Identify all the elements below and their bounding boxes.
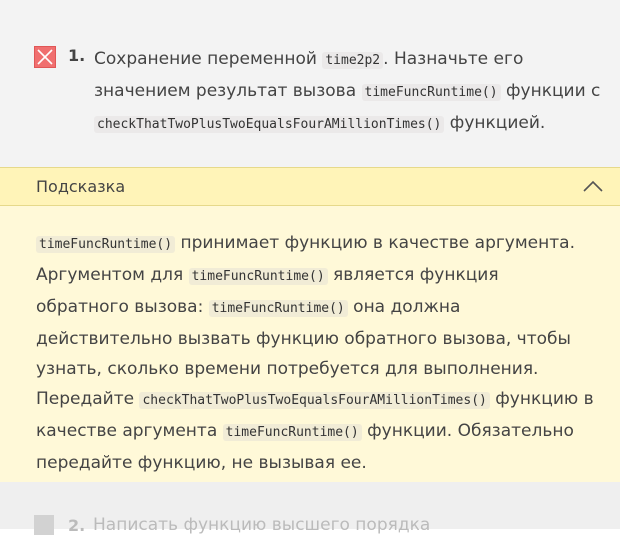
next-task-card[interactable]: 2. Написать функцию высшего порядка [0,482,620,535]
hint-body: timeFuncRuntime() принимает функцию в ка… [0,206,620,482]
code-snippet: timeFuncRuntime() [361,84,501,101]
hint-header[interactable]: Подсказка [0,167,620,206]
task-text-part: Сохранение переменной [94,49,323,69]
hint-title: Подсказка [36,177,126,196]
code-snippet: checkThatTwoPlusTwoEqualsFourAMillionTim… [139,392,490,409]
hint-text: timeFuncRuntime() принимает функцию в ка… [36,228,596,478]
task-text-part: функцией. [444,113,546,133]
page: 1. Сохранение переменной time2p2. Назнач… [0,0,620,535]
code-snippet: checkThatTwoPlusTwoEqualsFourAMillionTim… [94,116,445,133]
next-task-title: Написать функцию высшего порядка [93,515,431,535]
task-text-part: функции с [500,81,601,101]
checkbox-icon[interactable] [34,515,54,535]
task-card: 1. Сохранение переменной time2p2. Назнач… [0,0,620,167]
task-number: 1. [68,46,86,65]
x-mark-icon[interactable] [34,46,56,68]
code-snippet: timeFuncRuntime() [36,236,176,253]
code-snippet: timeFuncRuntime() [188,268,328,285]
task-description: Сохранение переменной time2p2. Назначьте… [94,44,614,140]
code-snippet: timeFuncRuntime() [222,424,362,441]
code-snippet: time2p2 [322,52,384,69]
next-task-number: 2. [68,516,86,535]
chevron-up-icon[interactable] [576,172,610,202]
code-snippet: timeFuncRuntime() [208,300,348,317]
